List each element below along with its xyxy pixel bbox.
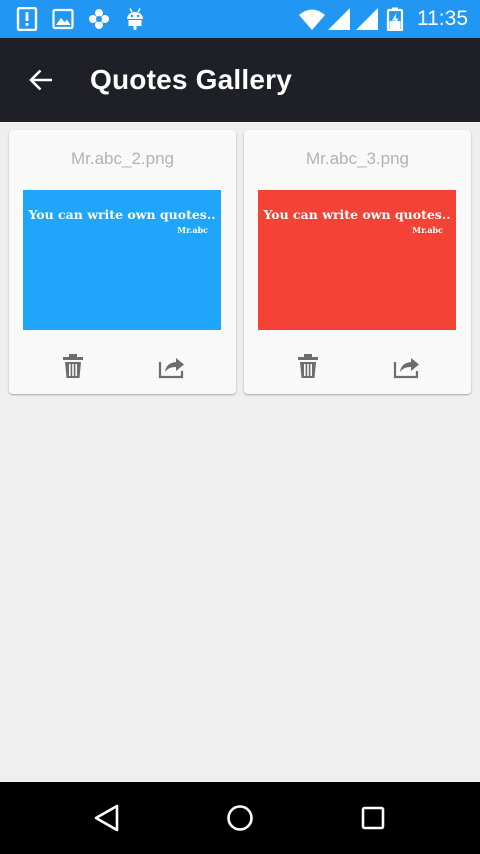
signal-icon <box>356 7 380 31</box>
quote-image-thumbnail[interactable]: You can write own quotes.. Mr.abc <box>23 190 221 330</box>
back-button[interactable] <box>18 56 66 104</box>
nav-home-button[interactable] <box>220 798 260 838</box>
status-bar: 11:35 <box>0 0 480 38</box>
quote-text: You can write own quotes.. <box>28 207 216 222</box>
file-name: Mr.abc_3.png <box>305 149 409 168</box>
quote-text: You can write own quotes.. <box>263 207 451 222</box>
gallery-list: Mr.abc_2.png You can write own quotes.. … <box>0 122 480 782</box>
delete-button[interactable] <box>292 350 324 382</box>
gallery-card: Mr.abc_3.png You can write own quotes.. … <box>244 130 471 394</box>
back-triangle-icon <box>94 804 119 832</box>
arrow-back-icon <box>29 69 52 91</box>
share-icon <box>158 358 184 379</box>
gallery-card: Mr.abc_2.png You can write own quotes.. … <box>9 130 236 394</box>
wifi-icon <box>298 7 326 31</box>
app-bar: Quotes Gallery <box>0 38 480 122</box>
share-button[interactable] <box>391 350 423 382</box>
signal-icon <box>328 7 352 31</box>
file-name: Mr.abc_2.png <box>70 149 174 168</box>
battery-charging-icon <box>386 7 404 32</box>
quote-author: Mr.abc <box>177 225 208 235</box>
delete-icon <box>63 354 83 378</box>
navigation-bar <box>0 782 480 854</box>
quote-author: Mr.abc <box>412 225 443 235</box>
recents-square-icon <box>361 806 385 830</box>
android-icon <box>124 7 146 31</box>
page-title: Quotes Gallery <box>90 64 292 95</box>
nav-back-button[interactable] <box>87 798 127 838</box>
delete-icon <box>298 354 318 378</box>
image-icon <box>52 7 74 31</box>
share-button[interactable] <box>156 350 188 382</box>
share-icon <box>393 358 419 379</box>
quote-image-thumbnail[interactable]: You can write own quotes.. Mr.abc <box>258 190 456 330</box>
flower-icon <box>88 7 110 31</box>
nav-recents-button[interactable] <box>353 798 393 838</box>
delete-button[interactable] <box>57 350 89 382</box>
notification-alert-icon <box>16 6 38 32</box>
status-time: 11:35 <box>417 7 468 30</box>
home-circle-icon <box>227 805 253 831</box>
